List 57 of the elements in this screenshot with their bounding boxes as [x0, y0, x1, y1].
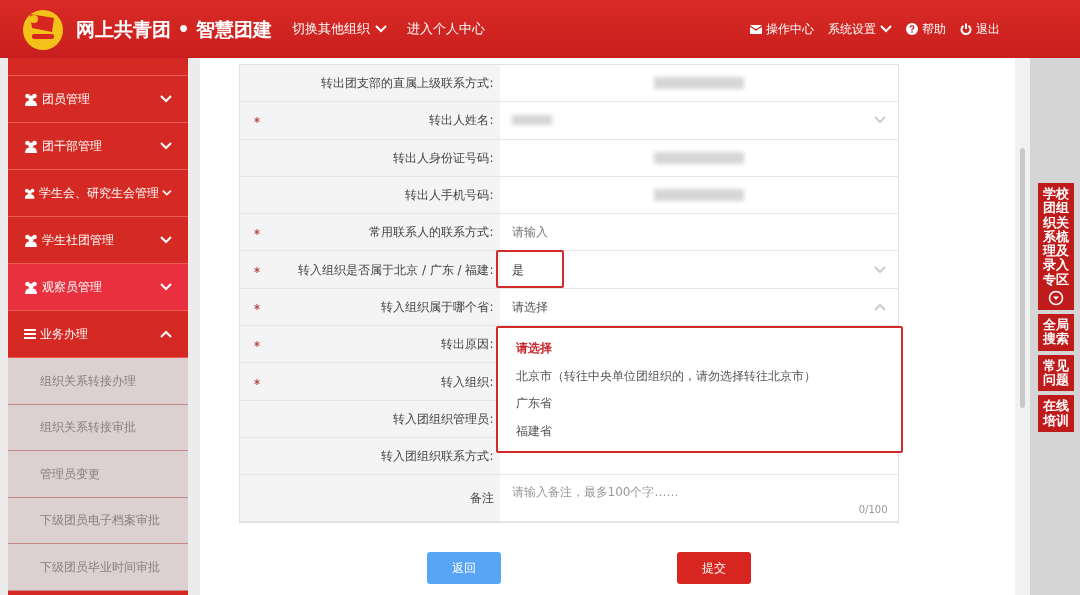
dropdown-option[interactable]: 福建省 [515, 417, 901, 445]
select-field[interactable]: 是 [511, 251, 886, 288]
chevron-icon [160, 330, 172, 338]
mail-icon [750, 24, 762, 34]
help-icon [906, 23, 918, 35]
field-label: 转入团组织管理员: [393, 410, 494, 428]
chevron-icon [160, 236, 172, 244]
submenu-item[interactable]: 组织关系转接办理 [8, 358, 188, 405]
chevron-icon [873, 116, 886, 125]
side-tab[interactable]: 全局搜索 [1038, 314, 1074, 351]
sidebar-item[interactable]: 观察员管理 [8, 264, 188, 311]
field-label: 转出人身份证号码: [393, 149, 494, 167]
menu-link[interactable]: 退出 [960, 20, 1000, 38]
field-label: 转入组织属于哪个省: [381, 298, 494, 316]
field-label: 转入团组织联系方式: [381, 448, 494, 466]
people-icon [24, 186, 36, 200]
people-icon [24, 233, 38, 247]
field-label: 转出人手机号码: [405, 187, 494, 205]
field-label: 转入组织: [441, 373, 494, 391]
input-field[interactable]: 请输入 [511, 214, 886, 251]
dropdown-option[interactable]: 北京市（转往中央单位团组织的，请勿选择转往北京市） [515, 361, 901, 390]
menu-icon [24, 329, 36, 339]
submenu-item[interactable]: 组织关系转接审批 [8, 404, 188, 451]
field-label: 备注 [469, 490, 494, 508]
field-label: 常用联系人的联系方式: [369, 224, 494, 242]
form-button[interactable]: 提交 [676, 552, 751, 585]
menu-link[interactable]: 操作中心 [750, 20, 814, 38]
people-icon [24, 139, 38, 153]
people-icon [24, 92, 38, 106]
chevron-icon [160, 142, 172, 150]
side-tab[interactable]: 常见问题 [1038, 354, 1074, 392]
nav-link[interactable]: 切换其他组织 [292, 19, 388, 39]
scrollbar-thumb[interactable] [1020, 148, 1025, 408]
submenu-item[interactable]: 管理员变更 [8, 451, 188, 498]
field-label: 转出人姓名: [429, 112, 494, 130]
side-tab[interactable]: 在线培训 [1038, 395, 1074, 432]
char-counter: 0/100 [858, 503, 888, 518]
people-icon [24, 280, 38, 294]
menu-link[interactable]: 系统设置 [828, 20, 892, 38]
chevron-icon [873, 302, 886, 311]
field-label: 转入组织是否属于北京 / 广东 / 福建: [298, 261, 494, 279]
nav-link[interactable]: 进入个人中心 [407, 19, 486, 39]
chevron-icon [162, 189, 172, 197]
chevron-icon [160, 283, 172, 291]
submenu-item[interactable]: 下级团员电子档案审批 [8, 497, 188, 544]
site-title: 网上共青团 • 智慧团建 [76, 16, 273, 42]
submenu-item[interactable]: 下级团员毕业时间审批 [8, 544, 188, 591]
dropdown-option[interactable]: 请选择 [515, 334, 901, 362]
power-icon [960, 23, 972, 35]
dropdown-option[interactable]: 广东省 [515, 389, 901, 418]
field-label: 转出团支部的直属上级联系方式: [321, 75, 494, 93]
chevron-icon [160, 95, 172, 103]
chevron-icon [873, 265, 886, 274]
field-label: 转出原因: [441, 336, 494, 354]
menu-link[interactable]: 帮助 [906, 20, 946, 38]
select-field[interactable]: 请选择 [511, 288, 886, 326]
side-tab[interactable]: 学校团组织关系梳理及录入专区 [1038, 183, 1074, 311]
